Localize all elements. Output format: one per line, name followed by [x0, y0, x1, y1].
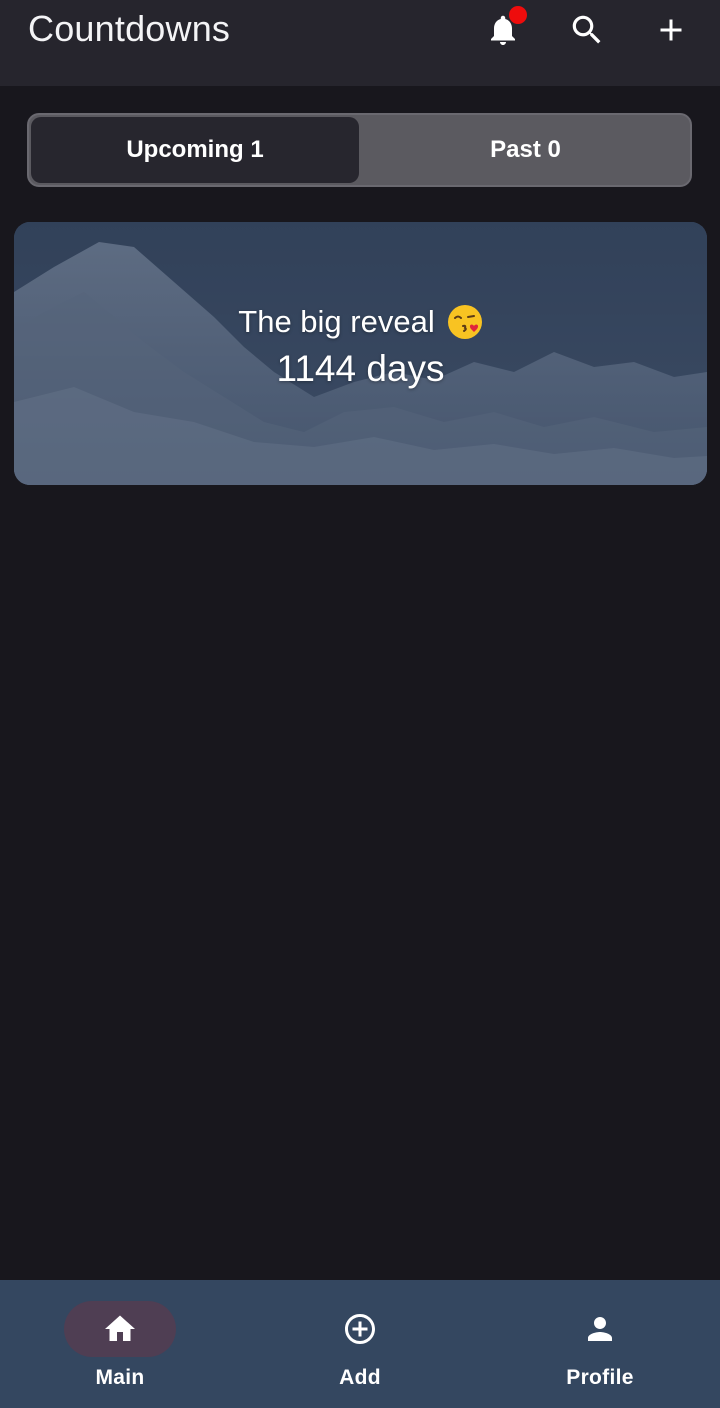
app-bar: Countdowns [0, 0, 720, 86]
tab-upcoming[interactable]: Upcoming 1 [31, 117, 359, 183]
countdown-filter-tabs: Upcoming 1 Past 0 [27, 113, 692, 187]
tab-past[interactable]: Past 0 [360, 115, 691, 185]
nav-item-main[interactable]: Main [0, 1280, 240, 1408]
nav-item-add[interactable]: Add [240, 1280, 480, 1408]
plus-icon [660, 19, 682, 41]
add-countdown-button[interactable] [647, 6, 695, 54]
search-button[interactable] [563, 6, 611, 54]
notification-badge [509, 6, 527, 24]
tab-upcoming-label: Upcoming 1 [126, 136, 264, 163]
countdown-card[interactable]: The big reveal 1144 days [14, 222, 707, 485]
search-icon [572, 15, 601, 44]
person-icon [582, 1311, 618, 1347]
nav-item-profile-label: Profile [566, 1366, 634, 1389]
countdown-days: 1144 days [276, 347, 445, 389]
nav-item-main-label: Main [95, 1366, 145, 1389]
countdown-content: The big reveal 1144 days [14, 222, 707, 485]
add-circle-icon [342, 1311, 378, 1347]
home-icon [102, 1311, 138, 1347]
bottom-navigation: Main Add Profile [0, 1280, 720, 1408]
countdown-title: The big reveal [238, 303, 435, 339]
page-title: Countdowns [28, 8, 231, 49]
kissing-face-emoji-icon [447, 304, 482, 339]
nav-item-profile[interactable]: Profile [480, 1280, 720, 1408]
nav-item-add-label: Add [339, 1366, 381, 1389]
notifications-button[interactable] [479, 6, 527, 54]
countdown-title-row: The big reveal [238, 304, 482, 340]
tab-past-label: Past 0 [490, 136, 561, 163]
